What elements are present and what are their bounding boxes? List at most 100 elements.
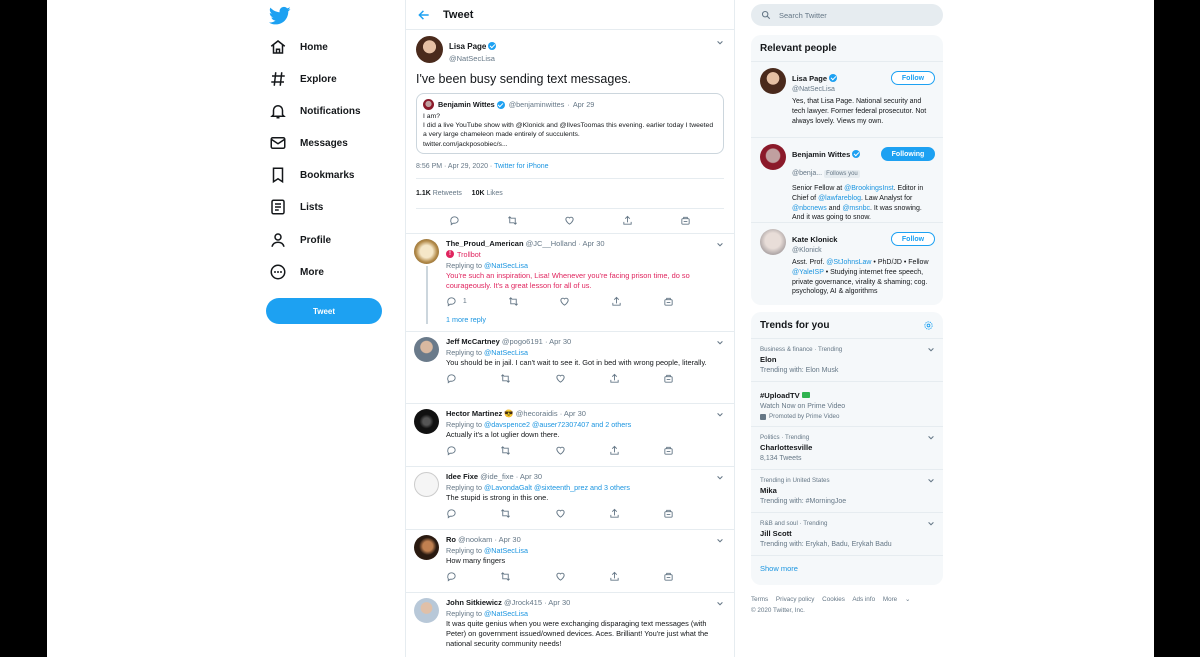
reply-icon[interactable] — [446, 373, 457, 384]
nav-bookmarks[interactable]: Bookmarks — [269, 159, 354, 191]
reply-icon[interactable] — [449, 215, 460, 226]
like-heart-icon[interactable] — [555, 445, 566, 456]
reply-author-name[interactable]: Ro — [446, 535, 456, 544]
share-icon[interactable] — [622, 215, 633, 226]
trend-item[interactable]: R&B and soul · Trending Jill Scott Trend… — [751, 513, 943, 556]
replying-to-link[interactable]: @LavondaGalt @sixteenth_prez and 3 other… — [484, 483, 630, 492]
nav-more[interactable]: More — [269, 256, 324, 288]
avatar[interactable] — [416, 36, 443, 63]
chevron-down-icon[interactable] — [716, 600, 724, 608]
nav-notifications[interactable]: Notifications — [269, 95, 361, 127]
chevron-down-icon[interactable] — [927, 434, 935, 442]
footer-terms-link[interactable]: Terms — [751, 596, 768, 603]
retweet-icon[interactable] — [500, 508, 511, 519]
analytics-icon[interactable] — [663, 296, 674, 307]
author-name[interactable]: Lisa Page — [449, 42, 486, 51]
avatar[interactable] — [414, 534, 439, 560]
retweet-icon[interactable] — [500, 445, 511, 456]
footer-privacy-link[interactable]: Privacy policy — [776, 596, 815, 603]
avatar[interactable] — [414, 597, 439, 623]
replying-to-link[interactable]: @NatSecLisa — [484, 546, 528, 555]
chevron-down-icon[interactable] — [716, 537, 724, 545]
reply-tweet[interactable]: Idee Fixe @ide_fixe · Apr 30 Replying to… — [406, 467, 734, 530]
avatar[interactable] — [760, 144, 786, 170]
like-heart-icon[interactable] — [559, 296, 570, 307]
reply-author-name[interactable]: John Sitkiewicz — [446, 598, 502, 607]
reply-tweet[interactable]: John Sitkiewicz @Jrock415 · Apr 30 Reply… — [406, 593, 734, 657]
show-more-link[interactable]: Show more — [751, 556, 943, 581]
reply-tweet[interactable]: Hector Martinez 😎 @hecoraidis · Apr 30 R… — [406, 404, 734, 467]
follow-button[interactable]: Follow — [891, 232, 935, 246]
reply-icon[interactable] — [446, 571, 457, 582]
chevron-down-icon[interactable] — [927, 346, 935, 354]
retweet-icon[interactable] — [507, 215, 518, 226]
chevron-down-icon[interactable] — [716, 39, 724, 47]
chevron-down-icon[interactable] — [716, 241, 724, 249]
following-button[interactable]: Following — [881, 147, 935, 161]
nav-explore[interactable]: Explore — [269, 63, 337, 95]
follow-button[interactable]: Follow — [891, 71, 935, 85]
twitter-logo-icon[interactable] — [269, 6, 291, 26]
share-icon[interactable] — [609, 508, 620, 519]
footer-cookies-link[interactable]: Cookies — [822, 596, 845, 603]
replying-to-link[interactable]: @NatSecLisa — [484, 609, 528, 618]
reply-author-name[interactable]: The_Proud_American — [446, 239, 524, 248]
reply-action[interactable]: 1 — [446, 296, 467, 307]
replying-to-link[interactable]: @NatSecLisa — [484, 348, 528, 357]
like-heart-icon[interactable] — [555, 571, 566, 582]
nav-profile[interactable]: Profile — [269, 224, 331, 256]
trend-item[interactable]: Politics · Trending Charlottesville 8,13… — [751, 427, 943, 470]
person-card[interactable]: Kate Klonick @Klonick Follow Asst. Prof.… — [751, 223, 943, 303]
footer-more-link[interactable]: More ⌄ — [883, 596, 916, 603]
person-card[interactable]: Benjamin Wittes @benja... Follows you Fol… — [751, 138, 943, 223]
like-heart-icon[interactable] — [555, 373, 566, 384]
reply-author-name[interactable]: Idee Fixe — [446, 472, 478, 481]
retweet-icon[interactable] — [500, 571, 511, 582]
analytics-icon[interactable] — [663, 571, 674, 582]
chevron-down-icon[interactable] — [716, 339, 724, 347]
nav-lists[interactable]: Lists — [269, 191, 323, 223]
show-more-replies-link[interactable]: 1 more reply — [446, 313, 724, 327]
reply-author-name[interactable]: Hector Martinez — [446, 409, 502, 418]
avatar[interactable] — [414, 238, 439, 264]
chevron-down-icon[interactable] — [716, 411, 724, 419]
share-icon[interactable] — [609, 445, 620, 456]
nav-messages[interactable]: Messages — [269, 127, 348, 159]
avatar[interactable] — [760, 229, 786, 255]
chevron-down-icon[interactable] — [927, 477, 935, 485]
settings-gear-icon[interactable] — [923, 320, 934, 331]
reply-tweet[interactable]: Jeff McCartney @pogo6191 · Apr 30 Replyi… — [406, 332, 734, 404]
trend-item[interactable]: Trending in United States Mika Trending … — [751, 470, 943, 513]
trend-item[interactable]: Business & finance · Trending Elon Trend… — [751, 339, 943, 382]
reply-icon[interactable] — [446, 508, 457, 519]
replying-to-link[interactable]: @NatSecLisa — [484, 261, 528, 270]
avatar[interactable] — [414, 336, 439, 362]
trend-item-promoted[interactable]: #UploadTV Watch Now on Prime Video Promo… — [751, 382, 943, 427]
tweet-source[interactable]: Twitter for iPhone — [494, 163, 548, 170]
share-icon[interactable] — [609, 373, 620, 384]
analytics-icon[interactable] — [663, 373, 674, 384]
retweet-icon[interactable] — [500, 373, 511, 384]
avatar[interactable] — [760, 68, 786, 94]
chevron-down-icon[interactable] — [716, 474, 724, 482]
replying-to-link[interactable]: @davspence2 @auser72307407 and 2 others — [484, 420, 631, 429]
back-arrow-icon[interactable] — [417, 8, 431, 22]
analytics-icon[interactable] — [680, 215, 691, 226]
avatar[interactable] — [414, 408, 439, 434]
nav-home[interactable]: Home — [269, 31, 328, 63]
quoted-tweet[interactable]: Benjamin Wittes @benjaminwittes · Apr 29… — [416, 93, 724, 154]
retweet-icon[interactable] — [508, 296, 519, 307]
search-input[interactable]: Search Twitter — [779, 11, 827, 20]
reply-author-name[interactable]: Jeff McCartney — [446, 337, 500, 346]
chevron-down-icon[interactable] — [927, 520, 935, 528]
share-icon[interactable] — [611, 296, 622, 307]
like-heart-icon[interactable] — [555, 508, 566, 519]
footer-ads-link[interactable]: Ads info — [852, 596, 875, 603]
reply-tweet[interactable]: The_Proud_American @JC__Holland · Apr 30… — [406, 234, 734, 332]
like-count-link[interactable]: 10K Likes — [472, 190, 503, 197]
avatar[interactable] — [414, 471, 439, 497]
retweet-count-link[interactable]: 1.1K Retweets — [416, 190, 462, 197]
analytics-icon[interactable] — [663, 445, 674, 456]
share-icon[interactable] — [609, 571, 620, 582]
person-card[interactable]: Lisa Page @NatSecLisa Follow Yes, that L… — [751, 62, 943, 138]
